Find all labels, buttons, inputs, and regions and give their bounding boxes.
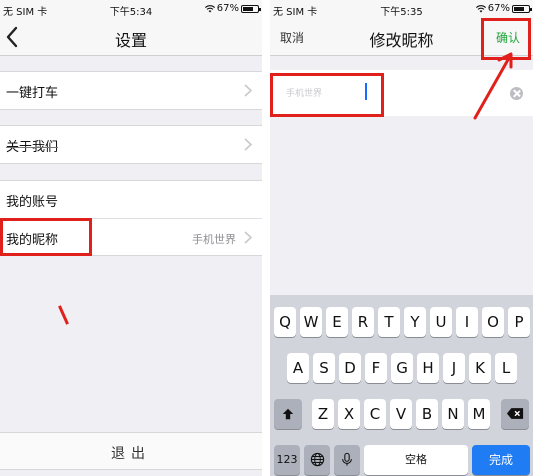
chevron-right-icon [244, 84, 252, 97]
key-i[interactable]: I [456, 307, 478, 337]
key-f[interactable]: F [365, 353, 387, 383]
settings-screen: 无 SIM 卡 下午5:34 67% 设置 一键打车 关于我们 我的账号 我的昵… [0, 0, 262, 476]
key-y[interactable]: Y [404, 307, 426, 337]
key-q[interactable]: Q [274, 307, 296, 337]
settings-item-about[interactable]: 关于我们 [0, 126, 262, 163]
key-n[interactable]: N [442, 399, 464, 429]
key-w[interactable]: W [300, 307, 322, 337]
battery-percent: 67% [216, 3, 239, 14]
wifi-icon [204, 4, 215, 12]
key-v[interactable]: V [390, 399, 412, 429]
key-e[interactable]: E [326, 307, 348, 337]
done-key[interactable]: 完成 [472, 445, 530, 475]
key-s[interactable]: S [313, 353, 335, 383]
keyboard: Q W E R T Y U I O P A S D F G H J K L Z … [270, 295, 533, 476]
status-icons: 67% [204, 3, 261, 14]
key-x[interactable]: X [338, 399, 360, 429]
settings-item-carpool[interactable]: 一键打车 [0, 72, 262, 109]
globe-icon [310, 452, 324, 467]
logout-button[interactable]: 退出 [0, 432, 262, 470]
group-about: 关于我们 [0, 125, 262, 164]
key-o[interactable]: O [482, 307, 504, 337]
highlight-box-nickname [0, 218, 92, 256]
key-h[interactable]: H [417, 353, 439, 383]
settings-item-label: 我的账号 [6, 195, 59, 210]
microphone-icon [342, 452, 352, 466]
key-r[interactable]: R [352, 307, 374, 337]
key-a[interactable]: A [287, 353, 309, 383]
wifi-icon [475, 4, 486, 12]
chevron-right-icon [244, 138, 252, 151]
annotation-mark [58, 305, 69, 325]
space-key[interactable]: 空格 [364, 445, 468, 475]
settings-item-label: 一键打车 [6, 86, 59, 101]
key-b[interactable]: B [416, 399, 438, 429]
battery-icon [241, 4, 261, 13]
globe-key[interactable] [304, 445, 330, 475]
settings-item-account[interactable]: 我的账号 [0, 181, 262, 218]
key-j[interactable]: J [443, 353, 465, 383]
status-icons: 67% [475, 3, 532, 14]
mic-key[interactable] [334, 445, 360, 475]
key-t[interactable]: T [378, 307, 400, 337]
shift-key[interactable] [274, 399, 302, 429]
key-g[interactable]: G [391, 353, 413, 383]
highlight-box-input [270, 73, 384, 117]
delete-key[interactable] [501, 399, 529, 429]
settings-item-label: 关于我们 [6, 140, 59, 155]
battery-percent: 67% [487, 3, 510, 14]
annotation-arrow [473, 52, 513, 120]
shift-icon [282, 408, 294, 420]
key-l[interactable]: L [495, 353, 517, 383]
status-bar: 无 SIM 卡 下午5:34 67% [0, 0, 262, 18]
key-k[interactable]: K [469, 353, 491, 383]
nickname-value: 手机世界 [192, 233, 236, 246]
nav-bar: 设置 [0, 18, 262, 56]
battery-icon [512, 4, 532, 13]
key-z[interactable]: Z [312, 399, 334, 429]
edit-nickname-screen: 无 SIM 卡 下午5:35 67% 取消 修改昵称 确认 手机世界 Q W E… [270, 0, 533, 476]
key-m[interactable]: M [468, 399, 490, 429]
key-c[interactable]: C [364, 399, 386, 429]
key-p[interactable]: P [508, 307, 530, 337]
chevron-right-icon [244, 231, 252, 244]
numbers-key[interactable]: 123 [274, 445, 300, 475]
group-carpool: 一键打车 [0, 71, 262, 110]
key-u[interactable]: U [430, 307, 452, 337]
key-d[interactable]: D [339, 353, 361, 383]
logout-label: 退出 [111, 446, 151, 462]
status-bar: 无 SIM 卡 下午5:35 67% [270, 0, 533, 18]
page-title: 设置 [114, 31, 147, 50]
backspace-icon [506, 408, 524, 419]
